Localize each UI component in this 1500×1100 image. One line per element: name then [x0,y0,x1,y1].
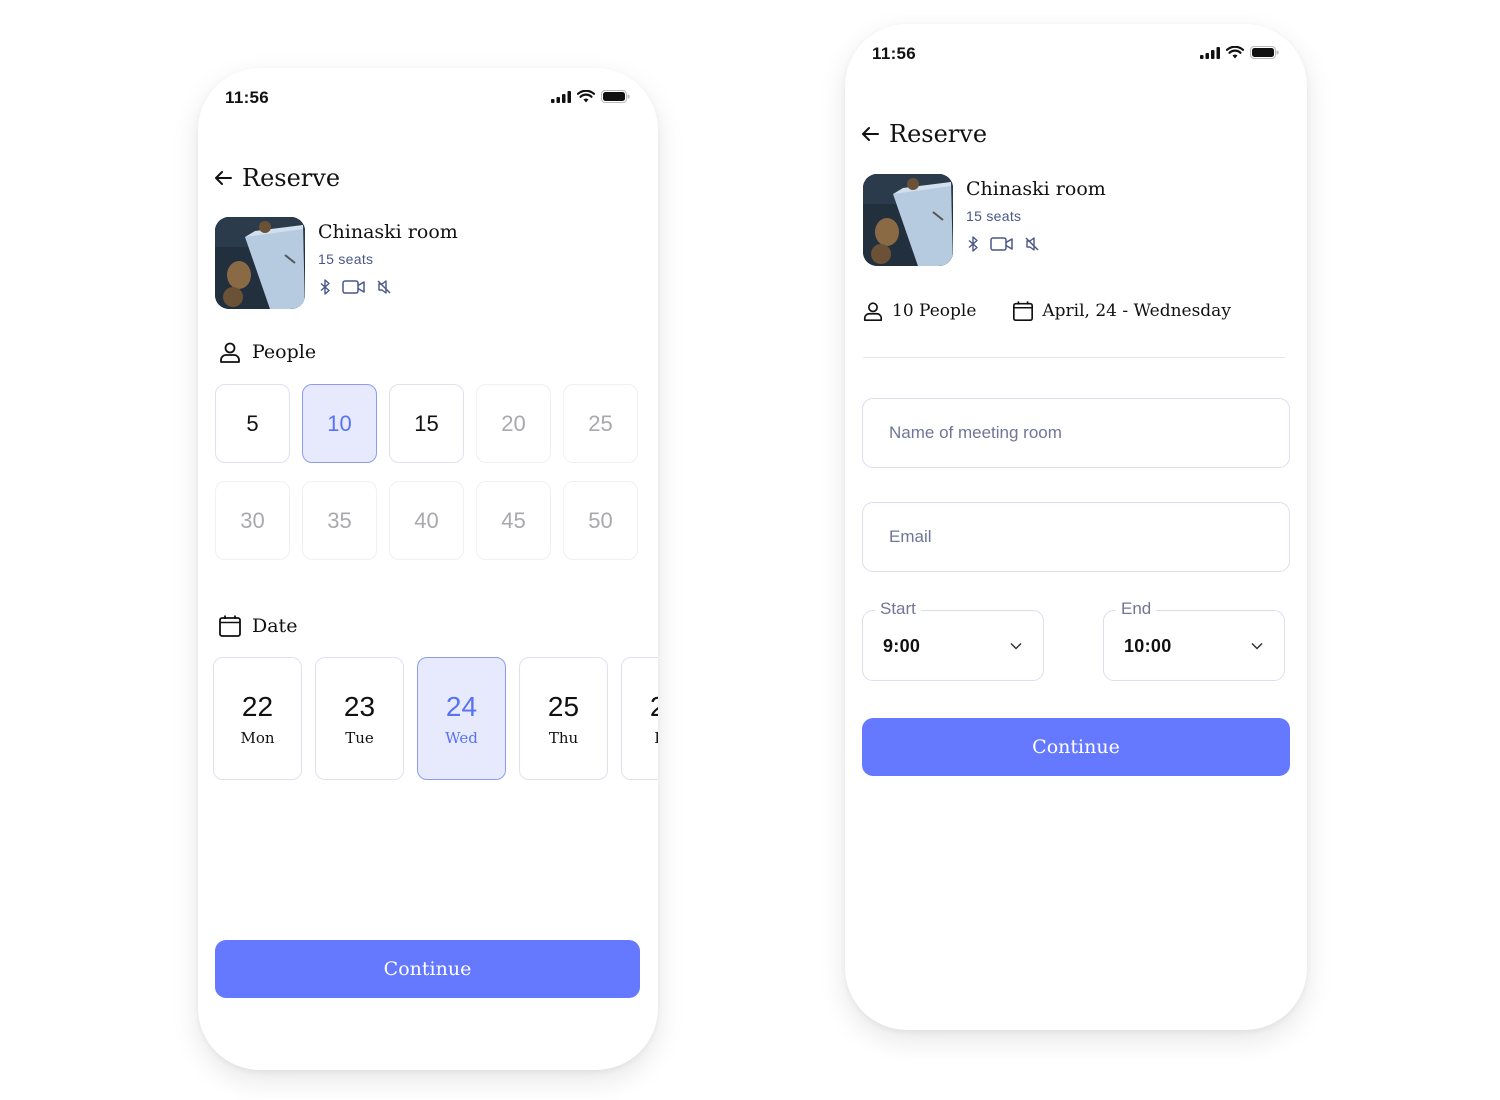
day-name: Fri [654,729,658,747]
day-number: 26 [649,690,658,722]
arrow-left-icon[interactable] [212,167,234,189]
user-icon [863,302,883,321]
room-name: Chinaski room [318,221,458,243]
date-option-selected[interactable]: 24 Wed [417,657,506,780]
summary-people: 10 People [862,300,976,322]
people-option-disabled: 20 [476,384,551,463]
summary-people-text: 10 People [892,301,977,321]
page-title: Reserve [242,164,341,192]
bluetooth-icon [968,236,978,252]
people-option-disabled: 50 [563,481,638,560]
day-number: 22 [241,690,274,722]
people-option-disabled: 25 [563,384,638,463]
header: Reserve [212,164,340,192]
header: Reserve [859,120,987,148]
people-option-disabled: 40 [389,481,464,560]
day-number: 25 [547,690,580,722]
day-name: Wed [445,728,478,747]
arrow-left-icon[interactable] [859,123,881,145]
status-bar: 11:56 [845,24,1307,84]
signal-icon [1200,46,1220,59]
room-card: Chinaski room 15 seats [215,217,458,309]
start-time-select[interactable]: Start 9:00 [862,599,1044,681]
date-option[interactable]: 22 Mon [213,657,302,780]
continue-button[interactable]: Continue [215,940,640,998]
end-time-select[interactable]: End 10:00 [1103,599,1285,681]
day-name: Thu [548,728,579,747]
chevron-down-icon [1010,642,1022,650]
people-option-disabled: 45 [476,481,551,560]
page-title: Reserve [889,120,988,148]
status-time: 11:56 [872,44,917,63]
meeting-name-field[interactable] [862,398,1290,468]
end-time-label: End [1116,599,1157,619]
wifi-icon [577,90,595,103]
divider [863,357,1285,358]
phone-screen-select: 11:56 Reserve Chinaski room 15 seats Peo… [198,68,658,1070]
room-name: Chinaski room [966,178,1106,200]
continue-button[interactable]: Continue [862,718,1290,776]
reservation-summary: 10 People April, 24 - Wednesday [862,300,1231,322]
speaker-muted-icon [377,280,391,294]
signal-icon [551,90,571,103]
wifi-icon [1226,46,1244,59]
people-grid: 5 10 15 20 25 30 35 40 45 50 [215,384,638,560]
bluetooth-icon [320,279,330,295]
day-number: 23 [343,690,376,722]
date-label: Date [252,615,298,637]
calendar-icon [1013,301,1034,321]
room-photo [863,174,953,266]
user-icon [220,342,240,363]
phone-screen-details: 11:56 Reserve Chinaski room 15 seats 10 … [845,24,1307,1030]
summary-date-text: April, 24 - Wednesday [1042,301,1231,321]
start-time-label: Start [875,599,921,619]
meeting-name-input[interactable] [887,422,1265,444]
email-input[interactable] [887,526,1265,548]
status-bar: 11:56 [198,68,658,128]
people-option-disabled: 30 [215,481,290,560]
amenities [966,236,1106,252]
battery-icon [1250,46,1279,59]
video-camera-icon [342,280,365,294]
room-card: Chinaski room 15 seats [863,174,1106,266]
people-option-disabled: 35 [302,481,377,560]
room-seats: 15 seats [966,208,1022,224]
summary-date: April, 24 - Wednesday [1012,300,1231,322]
date-option[interactable]: 25 Thu [519,657,608,780]
battery-icon [601,90,630,103]
day-name: Mon [240,728,275,747]
room-photo [215,217,305,309]
start-time-value: 9:00 [883,636,921,656]
end-time-value: 10:00 [1124,636,1172,656]
status-time: 11:56 [225,88,270,107]
people-section-label: People [218,340,316,364]
speaker-muted-icon [1025,237,1039,251]
day-name: Tue [345,728,374,747]
video-camera-icon [990,237,1013,251]
chevron-down-icon [1251,642,1263,650]
day-number: 24 [445,690,478,722]
date-option[interactable]: 26 Fri [621,657,658,780]
calendar-icon [219,615,241,637]
amenities [318,279,458,295]
people-option[interactable]: 15 [389,384,464,463]
people-label: People [252,341,317,363]
people-option[interactable]: 5 [215,384,290,463]
date-strip[interactable]: 22 Mon 23 Tue 24 Wed 25 Thu 26 Fri [213,657,658,780]
email-field[interactable] [862,502,1290,572]
room-seats: 15 seats [318,251,374,267]
date-option[interactable]: 23 Tue [315,657,404,780]
people-option-selected[interactable]: 10 [302,384,377,463]
date-section-label: Date [218,614,297,638]
